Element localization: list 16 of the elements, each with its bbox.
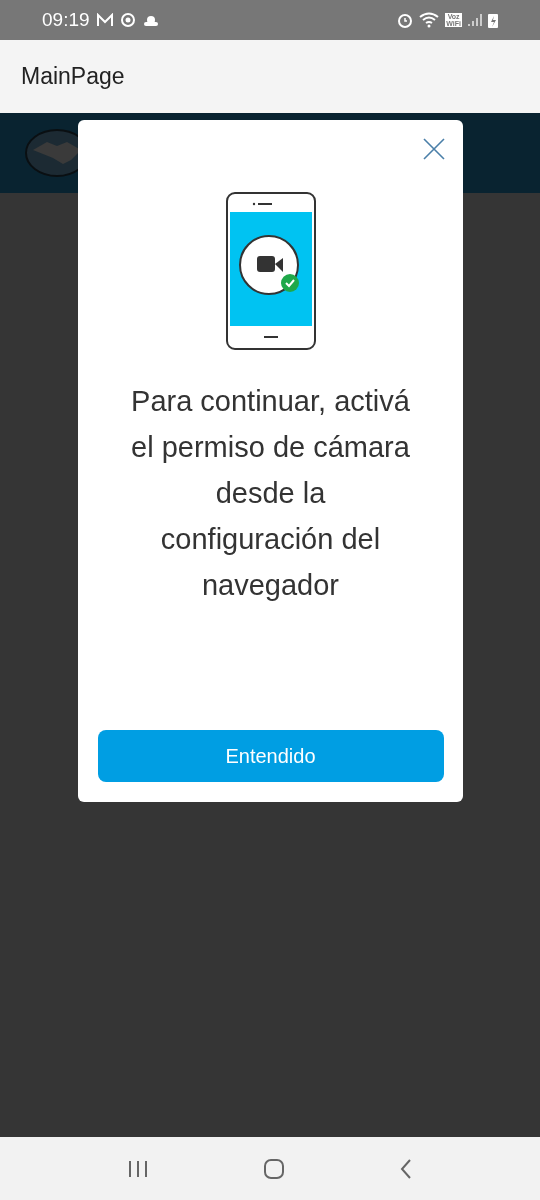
sync-icon — [119, 12, 136, 28]
signal-icon — [468, 13, 482, 27]
close-button[interactable] — [421, 136, 447, 162]
mail-icon — [95, 13, 114, 27]
weather-icon — [141, 13, 160, 27]
entendido-button[interactable]: Entendido — [97, 730, 444, 782]
back-icon[interactable] — [399, 1157, 413, 1180]
permission-message: Para continuar, activá el permiso de cámara desde la configuración del navegador — [131, 384, 410, 603]
alarm-icon — [397, 12, 414, 28]
wifi-icon — [419, 12, 440, 28]
recent-apps-icon[interactable] — [127, 1158, 149, 1179]
home-icon[interactable] — [263, 1157, 285, 1180]
close-icon — [422, 137, 446, 161]
app-bar-title: MainPage — [21, 62, 125, 92]
status-time: 09:19 — [42, 7, 90, 32]
battery-icon — [488, 12, 498, 28]
